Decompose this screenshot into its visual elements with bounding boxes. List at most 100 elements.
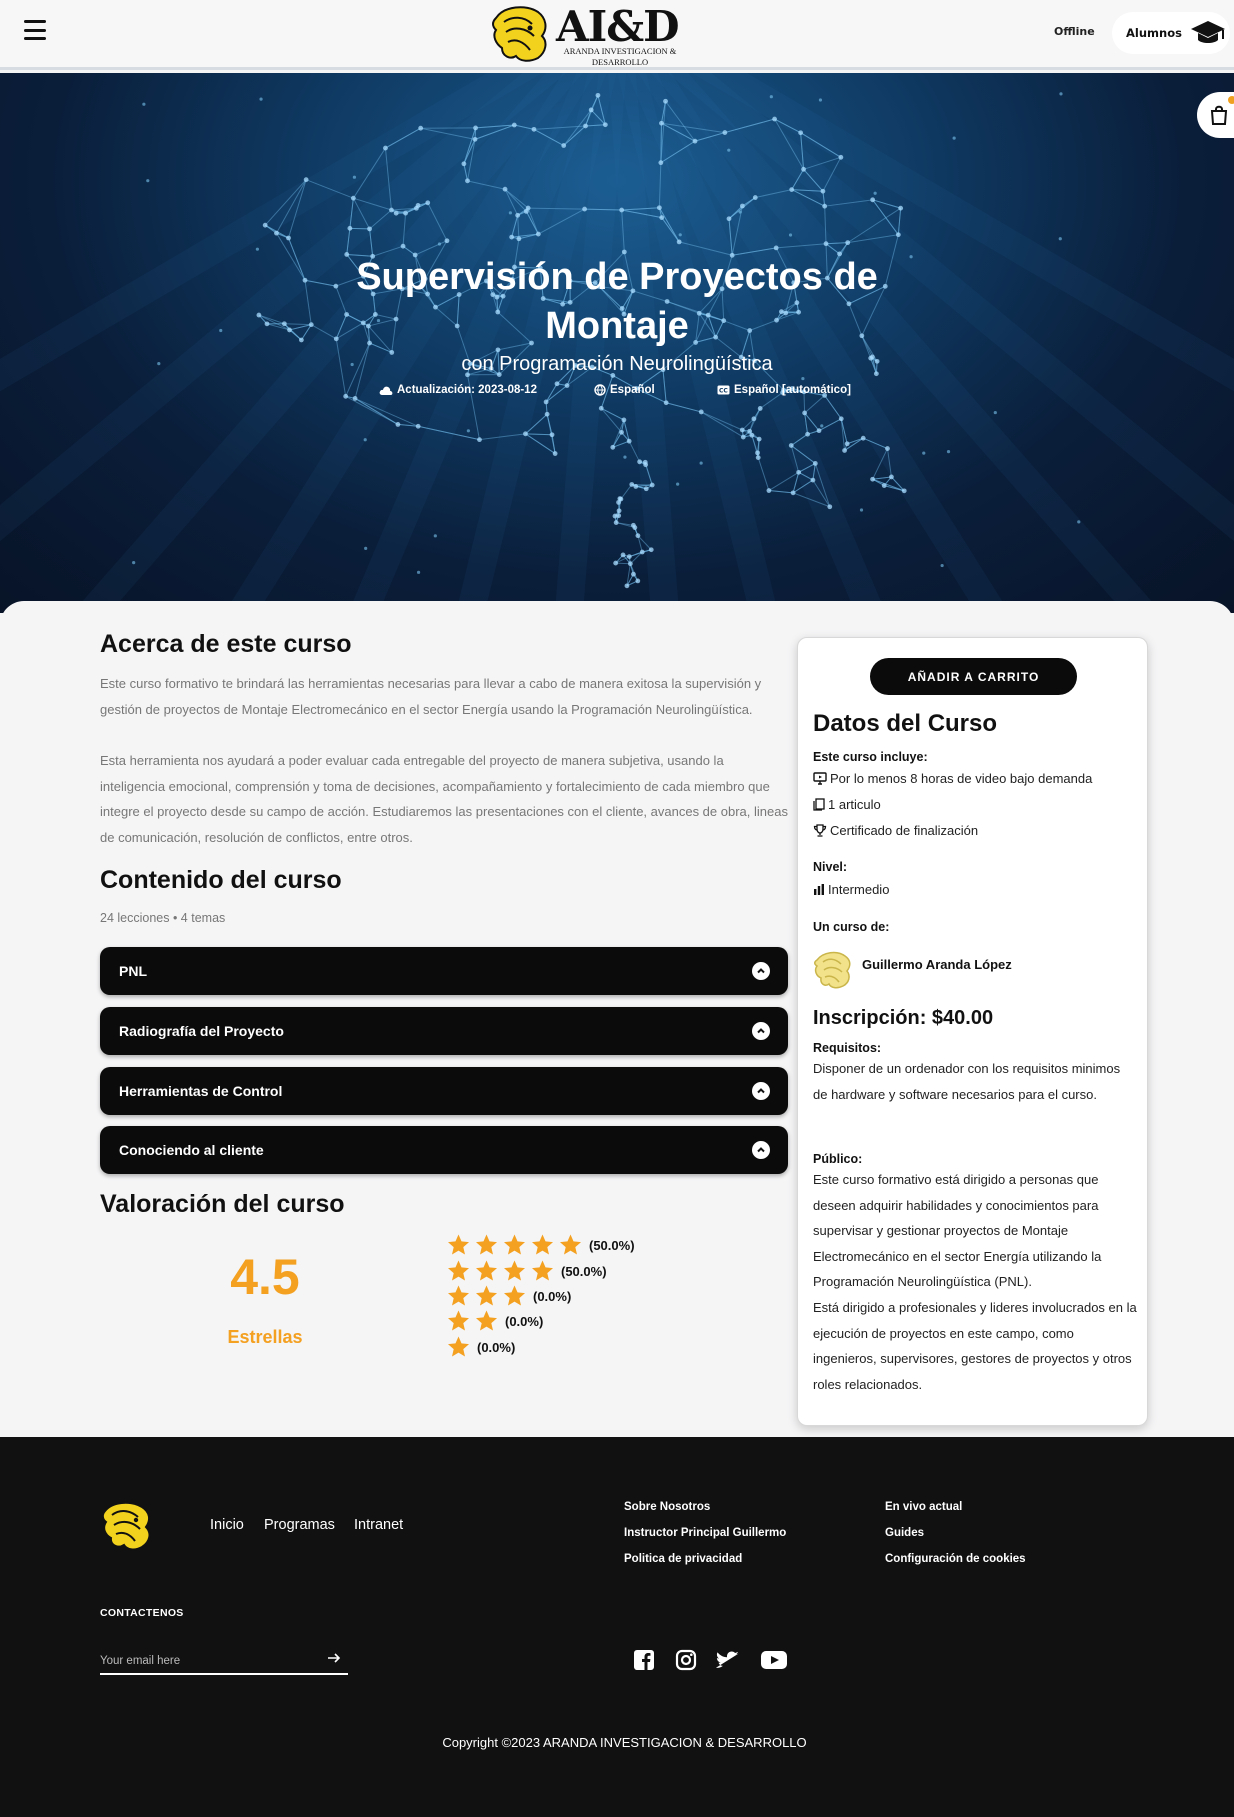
facebook-icon[interactable]: [631, 1648, 657, 1672]
star-icon: [476, 1234, 497, 1255]
instagram-icon[interactable]: [673, 1648, 699, 1672]
rating-row-3-stars: (0.0%): [446, 1284, 571, 1308]
logo-title: AI&D: [556, 2, 680, 51]
star-icon: [448, 1336, 469, 1357]
chevron-up-icon: [752, 962, 770, 980]
star-icon: [476, 1260, 497, 1281]
requirements-label: Requisitos:: [813, 1041, 882, 1055]
star-icon: [504, 1234, 525, 1255]
include-item-video: Por lo menos 8 horas de video bajo deman…: [813, 771, 1092, 786]
arrow-right-icon[interactable]: [326, 1650, 342, 1666]
lion-logo-icon: [492, 6, 547, 62]
hero-banner: Supervisión de Proyectos de Montaje con …: [0, 73, 1234, 613]
captions-text: Español [automático]: [734, 384, 851, 396]
twitter-icon[interactable]: [715, 1648, 741, 1672]
module-accordion-cliente[interactable]: Conociendo al cliente: [100, 1126, 788, 1174]
star-icon: [532, 1260, 553, 1281]
offline-status: Offline: [1054, 25, 1095, 38]
include-text: 1 articulo: [828, 797, 881, 812]
rating-row-4-stars: (50.0%): [446, 1259, 607, 1283]
module-title: Radiografía del Proyecto: [119, 1023, 284, 1039]
module-title: PNL: [119, 963, 147, 979]
price: Inscripción: $40.00: [813, 1007, 994, 1029]
youtube-icon[interactable]: [760, 1648, 788, 1672]
footer-nav-inicio[interactable]: Inicio: [210, 1517, 244, 1533]
update-date-text: Actualización: 2023-08-12: [397, 384, 537, 396]
rating-percent: (0.0%): [533, 1288, 572, 1304]
students-button[interactable]: Alumnos: [1112, 12, 1230, 54]
course-subtitle: con Programación Neurolingüística: [461, 353, 773, 375]
language-info: Español: [594, 384, 655, 396]
footer-nav-programas[interactable]: Programas: [264, 1517, 335, 1533]
audience-text-2: Está dirigido a profesionales y lideres …: [813, 1300, 1137, 1392]
footer-link-guides[interactable]: Guides: [885, 1527, 924, 1539]
captions-info: CC Español [automático]: [717, 384, 851, 396]
newsletter-email-input[interactable]: [100, 1653, 348, 1675]
lessons-summary: 24 lecciones • 4 temas: [100, 911, 226, 925]
star-icon: [504, 1285, 525, 1306]
star-icon: [504, 1260, 525, 1281]
closed-captions-icon: CC: [717, 385, 730, 395]
graduation-cap-icon: [1190, 21, 1225, 43]
author-lion-avatar: [814, 951, 851, 989]
course-data-heading: Datos del Curso: [813, 710, 998, 737]
rating-percent: (50.0%): [561, 1263, 607, 1279]
module-title: Herramientas de Control: [119, 1083, 283, 1099]
about-paragraph-1: Este curso formativo te brindará las her…: [100, 676, 762, 717]
rating-row-2-stars: (0.0%): [446, 1309, 543, 1333]
course-title: Supervisión de Proyectos de Montaje: [356, 256, 878, 347]
top-header: AI&D ARANDA INVESTIGACION & DESARROLLO O…: [0, 0, 1234, 70]
contact-label: CONTACTENOS: [100, 1607, 184, 1619]
author-name[interactable]: Guillermo Aranda López: [862, 957, 1012, 972]
rating-label: Estrellas: [227, 1327, 303, 1347]
chevron-up-icon: [752, 1082, 770, 1100]
star-icon: [476, 1310, 497, 1331]
site-logo[interactable]: AI&D ARANDA INVESTIGACION & DESARROLLO: [490, 2, 680, 67]
include-item-certificate: Certificado de finalización: [813, 823, 978, 838]
footer-nav-intranet[interactable]: Intranet: [354, 1517, 403, 1533]
rating-row-1-stars: (0.0%): [446, 1335, 515, 1359]
chevron-up-icon: [752, 1141, 770, 1159]
svg-text:CC: CC: [719, 388, 728, 395]
level-value: Intermedio: [813, 882, 889, 897]
audience-label: Público:: [813, 1152, 863, 1166]
globe-icon: [594, 384, 606, 396]
rating-row-5-stars: (50.0%): [446, 1233, 635, 1257]
about-heading: Acerca de este curso: [100, 630, 352, 658]
add-to-cart-button[interactable]: AÑADIR A CARRITO: [870, 658, 1077, 695]
cloud-icon: [379, 386, 393, 395]
module-accordion-pnl[interactable]: PNL: [100, 947, 788, 995]
rating-percent: (50.0%): [589, 1237, 635, 1253]
star-icon: [448, 1285, 469, 1306]
level-text: Intermedio: [828, 882, 890, 897]
hamburger-menu-icon[interactable]: [24, 20, 46, 40]
star-icon: [476, 1285, 497, 1306]
audience-text-1: Este curso formativo está dirigido a per…: [813, 1172, 1102, 1290]
site-footer: Inicio Programas Intranet Sobre Nosotros…: [0, 1437, 1234, 1817]
footer-link-live[interactable]: En vivo actual: [885, 1501, 962, 1513]
students-button-label: Alumnos: [1126, 26, 1182, 40]
footer-link-about[interactable]: Sobre Nosotros: [624, 1501, 710, 1513]
footer-lion-logo-icon[interactable]: [100, 1499, 156, 1555]
footer-link-instructor[interactable]: Instructor Principal Guillermo: [624, 1527, 786, 1539]
level-label: Nivel:: [813, 860, 848, 874]
star-icon: [448, 1234, 469, 1255]
copyright-text: Copyright ©2023 ARANDA INVESTIGACION & D…: [442, 1735, 807, 1750]
module-accordion-herramientas[interactable]: Herramientas de Control: [100, 1067, 788, 1115]
shopping-bag-icon: [1210, 105, 1228, 125]
monitor-icon: [813, 772, 827, 785]
rating-score: 4.5: [230, 1249, 300, 1305]
rating-percent: (0.0%): [505, 1313, 544, 1329]
content-heading: Contenido del curso: [100, 866, 342, 894]
about-paragraph-2: Esta herramienta nos ayudará a poder eva…: [100, 753, 788, 845]
module-title: Conociendo al cliente: [119, 1142, 264, 1158]
language-text: Español: [610, 384, 655, 396]
footer-link-privacy[interactable]: Politica de privacidad: [624, 1553, 742, 1565]
document-icon: [813, 798, 825, 811]
star-icon: [448, 1310, 469, 1331]
trophy-icon: [813, 824, 827, 837]
module-accordion-radiografia[interactable]: Radiografía del Proyecto: [100, 1007, 788, 1055]
update-date: Actualización: 2023-08-12: [379, 384, 537, 396]
footer-link-cookies[interactable]: Configuración de cookies: [885, 1553, 1026, 1565]
course-info-card: AÑADIR A CARRITO Datos del Curso Este cu…: [797, 637, 1148, 1426]
